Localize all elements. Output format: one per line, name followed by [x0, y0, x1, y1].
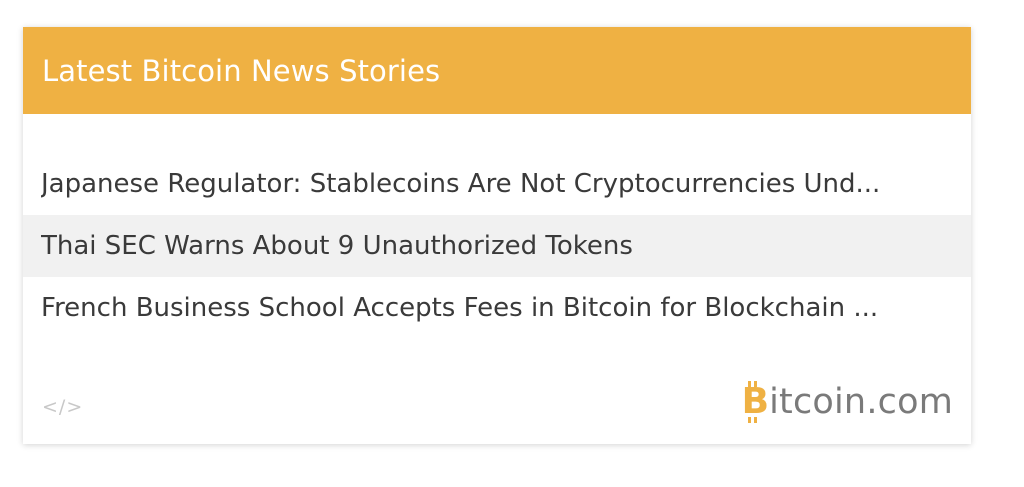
news-item-link[interactable]: French Business School Accepts Fees in B…	[41, 293, 953, 323]
bitcoin-com-logo[interactable]: B itcoin.com	[742, 380, 953, 424]
news-widget: Latest Bitcoin News Stories Japanese Reg…	[23, 27, 971, 444]
brand-text: itcoin.com	[769, 381, 953, 422]
widget-header: Latest Bitcoin News Stories	[23, 27, 971, 114]
bitcoin-b-bar	[753, 381, 757, 387]
brand-first-letter: B	[741, 381, 770, 422]
bitcoin-b-bar	[747, 381, 751, 387]
widget-title: Latest Bitcoin News Stories	[42, 53, 441, 88]
news-item-link[interactable]: Japanese Regulator: Stablecoins Are Not …	[41, 169, 953, 199]
news-item[interactable]: Japanese Regulator: Stablecoins Are Not …	[23, 153, 971, 215]
bitcoin-b-bar	[747, 417, 751, 423]
news-item[interactable]: French Business School Accepts Fees in B…	[23, 277, 971, 339]
bitcoin-b-icon: B	[741, 381, 770, 423]
news-item[interactable]: Thai SEC Warns About 9 Unauthorized Toke…	[23, 215, 971, 277]
widget-footer: </> B itcoin.com	[23, 374, 971, 444]
code-embed-icon[interactable]: </>	[42, 396, 83, 418]
news-item-link[interactable]: Thai SEC Warns About 9 Unauthorized Toke…	[41, 231, 953, 261]
bitcoin-b-bar	[753, 417, 757, 423]
news-list: Japanese Regulator: Stablecoins Are Not …	[23, 153, 971, 339]
